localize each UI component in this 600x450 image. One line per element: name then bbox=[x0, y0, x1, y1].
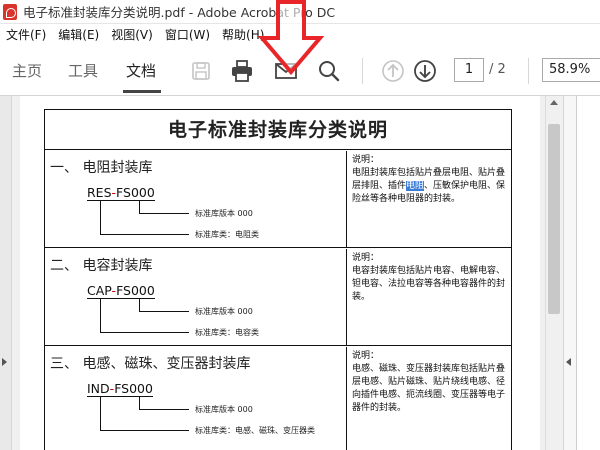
section-diagram: 二、 电容封装库 CAP-FS000 标准库版本 000 标准库类：电容类 bbox=[45, 249, 347, 345]
red-arrow-annotation bbox=[258, 0, 325, 76]
active-tab-indicator bbox=[123, 90, 161, 93]
section-heading: 一、 电阻封装库 bbox=[50, 160, 153, 176]
section-row-capacitor: 二、 电容封装库 CAP-FS000 标准库版本 000 标准库类：电容类 说明… bbox=[45, 249, 511, 346]
selected-text-highlight: 电阻 bbox=[406, 181, 425, 191]
page-up-icon[interactable] bbox=[380, 58, 406, 84]
right-panel-content bbox=[576, 96, 600, 450]
annotation-version: 标准库版本 000 bbox=[195, 209, 253, 218]
leader-line bbox=[139, 409, 189, 410]
leader-line bbox=[100, 430, 189, 431]
annotation-version: 标准库版本 000 bbox=[195, 307, 253, 316]
description-text: 电感、磁珠、变压器封装库包括贴片叠层电感、贴片磁珠、贴片绕线电感、径向插件电感、… bbox=[352, 364, 506, 413]
document-workarea: 电子标准封装库分类说明 一、 电阻封装库 RES-FS000 标准库版本 000… bbox=[0, 96, 600, 450]
toolbar-separator bbox=[528, 58, 529, 84]
section-description: 说明： 电阻封装库包括贴片叠层电阻、贴片叠层排阻、插件电阻、压敏保护电阻、保险丝… bbox=[348, 151, 511, 247]
expand-right-icon bbox=[2, 358, 7, 366]
menu-window[interactable]: 窗口(W) bbox=[159, 24, 216, 46]
leader-line bbox=[139, 299, 140, 311]
section-diagram: 三、 电感、磁珠、变压器封装库 IND-FS000 标准库版本 000 标准库类… bbox=[45, 347, 347, 450]
leader-line bbox=[100, 299, 101, 332]
leader-line bbox=[139, 213, 189, 214]
annotation-version: 标准库版本 000 bbox=[195, 405, 253, 414]
leader-line bbox=[139, 311, 189, 312]
leader-line bbox=[100, 332, 189, 333]
left-panel-toggle[interactable] bbox=[0, 96, 12, 450]
annotation-type: 标准库类：电感、磁珠、变压器类 bbox=[195, 426, 315, 435]
tab-document[interactable]: 文档 bbox=[126, 60, 156, 81]
scroll-thumb[interactable] bbox=[548, 124, 560, 314]
code-label: RES-FS000 bbox=[87, 185, 155, 201]
section-description: 说明： 电容封装库包括贴片电容、电解电容、钽电容、法拉电容等各种电容器件的封装。 bbox=[348, 249, 511, 345]
tab-home[interactable]: 主页 bbox=[12, 60, 42, 81]
section-heading: 二、 电容封装库 bbox=[50, 258, 153, 274]
tab-tools[interactable]: 工具 bbox=[68, 60, 98, 81]
leader-line bbox=[139, 201, 140, 213]
page-number-input[interactable]: 1 bbox=[454, 58, 484, 82]
menu-file[interactable]: 文件(F) bbox=[0, 24, 52, 46]
zoom-input[interactable]: 58.9% bbox=[542, 58, 600, 82]
leader-line bbox=[100, 234, 189, 235]
leader-line bbox=[100, 397, 101, 430]
code-label: IND-FS000 bbox=[87, 381, 153, 397]
section-row-inductor: 三、 电感、磁珠、变压器封装库 IND-FS000 标准库版本 000 标准库类… bbox=[45, 347, 511, 450]
pdf-page[interactable]: 电子标准封装库分类说明 一、 电阻封装库 RES-FS000 标准库版本 000… bbox=[20, 96, 540, 450]
leader-line bbox=[100, 201, 101, 234]
print-icon[interactable] bbox=[229, 58, 255, 84]
collapse-left-icon[interactable] bbox=[566, 358, 571, 366]
menu-edit[interactable]: 编辑(E) bbox=[52, 24, 105, 46]
acrobat-app-icon bbox=[3, 3, 17, 20]
section-heading: 三、 电感、磁珠、变压器封装库 bbox=[50, 356, 251, 372]
description-label: 说明： bbox=[352, 253, 380, 263]
description-label: 说明： bbox=[352, 155, 380, 165]
description-label: 说明： bbox=[352, 351, 380, 361]
classification-table: 电子标准封装库分类说明 一、 电阻封装库 RES-FS000 标准库版本 000… bbox=[44, 109, 512, 450]
menu-view[interactable]: 视图(V) bbox=[105, 24, 159, 46]
document-title: 电子标准封装库分类说明 bbox=[45, 110, 511, 150]
page-total: / 2 bbox=[489, 62, 506, 77]
scroll-up-icon[interactable] bbox=[550, 100, 558, 105]
right-panel bbox=[563, 96, 600, 450]
description-text: 电容封装库包括贴片电容、电解电容、钽电容、法拉电容等各种电容器件的封装。 bbox=[352, 266, 506, 302]
vertical-scrollbar[interactable] bbox=[545, 96, 562, 450]
section-row-resistor: 一、 电阻封装库 RES-FS000 标准库版本 000 标准库类：电阻类 说明… bbox=[45, 151, 511, 248]
toolbar-separator bbox=[362, 58, 363, 84]
annotation-type: 标准库类：电容类 bbox=[195, 328, 259, 337]
section-description: 说明： 电感、磁珠、变压器封装库包括贴片叠层电感、贴片磁珠、贴片绕线电感、径向插… bbox=[348, 347, 511, 450]
page-down-icon[interactable] bbox=[412, 58, 438, 84]
annotation-type: 标准库类：电阻类 bbox=[195, 230, 259, 239]
leader-line bbox=[139, 397, 140, 409]
save-icon[interactable] bbox=[188, 58, 214, 84]
section-diagram: 一、 电阻封装库 RES-FS000 标准库版本 000 标准库类：电阻类 bbox=[45, 151, 347, 247]
description-text: 电阻封装库包括贴片叠层电阻、贴片叠层排阻、插件电阻、压敏保护电阻、保险丝等各种电… bbox=[352, 168, 506, 204]
code-label: CAP-FS000 bbox=[87, 283, 155, 299]
